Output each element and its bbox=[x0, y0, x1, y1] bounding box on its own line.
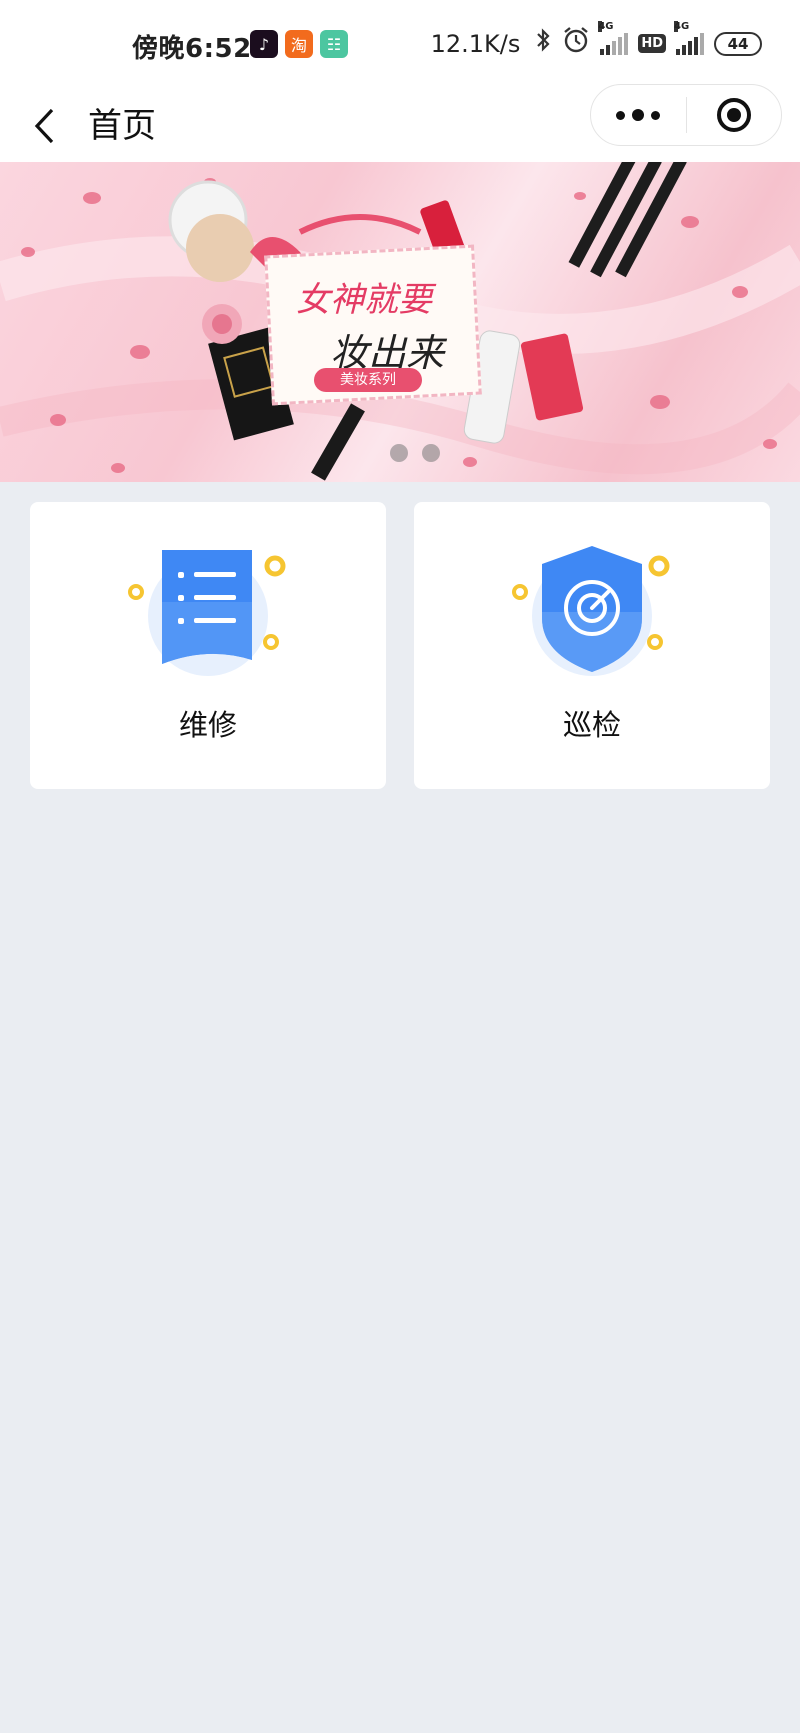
document-list-icon bbox=[128, 550, 286, 676]
banner-headline: 女神就要 bbox=[296, 280, 432, 320]
tiktok-app-icon: ♪ bbox=[250, 30, 278, 58]
chevron-left-icon bbox=[34, 108, 54, 144]
page-title: 首页 bbox=[88, 106, 156, 146]
inspection-card-label: 巡检 bbox=[562, 708, 621, 742]
status-time: 傍晚6:52 bbox=[132, 34, 252, 64]
banner-carousel[interactable]: 女神就要 妆出来 美妆系列 bbox=[0, 162, 800, 482]
banner-tag: 美妆系列 bbox=[314, 368, 422, 392]
more-dot bbox=[651, 110, 661, 120]
signal-icon-1: 4G bbox=[598, 20, 629, 55]
bluetooth-icon bbox=[534, 27, 552, 60]
miniprogram-capsule bbox=[590, 84, 782, 146]
more-dot bbox=[632, 109, 645, 121]
back-button[interactable] bbox=[24, 100, 64, 152]
carousel-dot[interactable] bbox=[390, 444, 408, 462]
target-close-icon bbox=[716, 98, 751, 132]
carousel-indicator bbox=[390, 444, 440, 462]
repair-card[interactable]: 维修 bbox=[30, 502, 386, 789]
hd-badge: HD bbox=[638, 34, 666, 53]
status-bar: 傍晚6:52 ♪ 淘 ☷ 12.1K/s 4G HD 4G 44 bbox=[0, 0, 800, 90]
mini-app-icon: ☷ bbox=[320, 30, 348, 58]
repair-card-label: 维修 bbox=[178, 708, 237, 742]
battery-indicator: 44 bbox=[714, 31, 762, 56]
network-speed: 12.1K/s bbox=[430, 29, 521, 58]
signal-icon-2: 4G bbox=[674, 20, 704, 55]
alarm-icon bbox=[562, 26, 590, 61]
shield-target-icon bbox=[512, 546, 670, 676]
carousel-dot[interactable] bbox=[422, 444, 440, 462]
taobao-app-icon: 淘 bbox=[285, 30, 313, 58]
close-miniprogram-button[interactable] bbox=[687, 85, 782, 145]
more-dot bbox=[616, 110, 626, 120]
more-button[interactable] bbox=[591, 85, 686, 145]
status-right-group: 12.1K/s 4G HD 4G 44 bbox=[430, 20, 762, 61]
inspection-card[interactable]: 巡检 bbox=[414, 502, 770, 789]
